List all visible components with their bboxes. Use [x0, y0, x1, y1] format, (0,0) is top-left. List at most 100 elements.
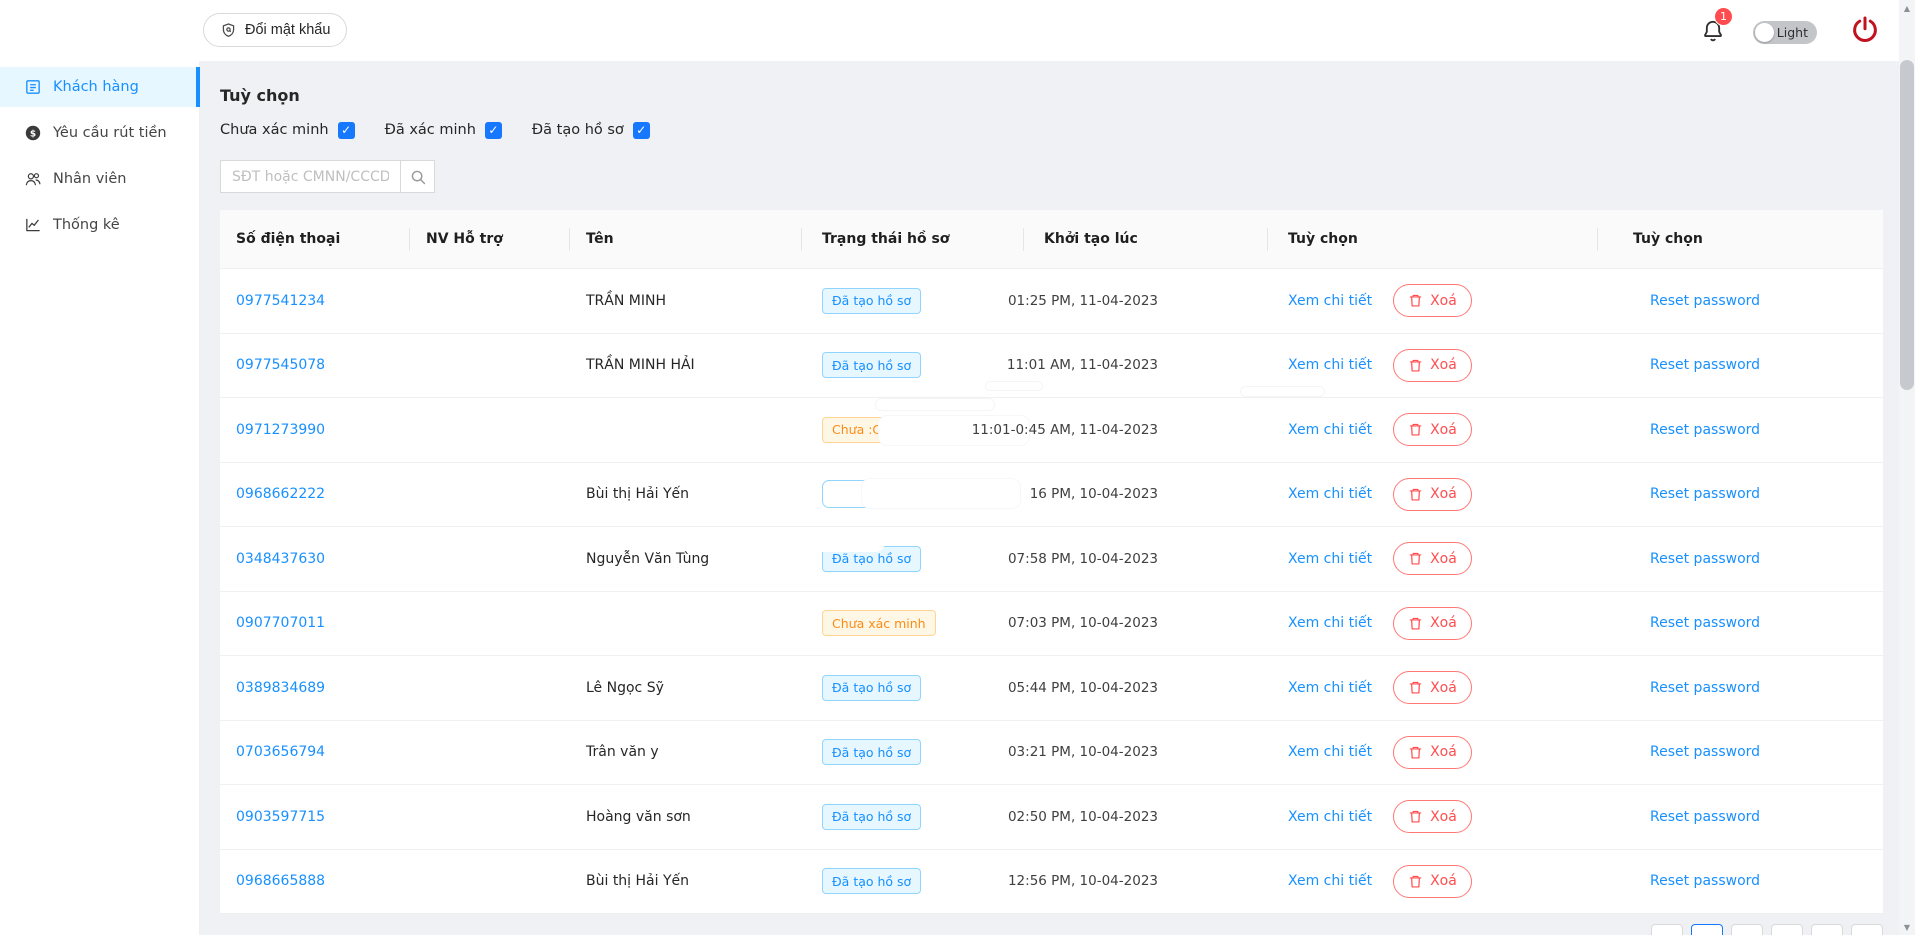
- reset-password-link[interactable]: Reset password: [1650, 551, 1760, 567]
- sidebar-item-nhan-vien[interactable]: Nhân viên: [0, 159, 199, 199]
- trash-icon: [1408, 422, 1423, 437]
- scroll-thumb[interactable]: [1900, 60, 1914, 390]
- view-details-link[interactable]: Xem chi tiết: [1288, 293, 1372, 309]
- page-box[interactable]: [1731, 924, 1763, 935]
- sidebar-item-label: Yêu cầu rút tiền: [53, 125, 167, 141]
- phone-link[interactable]: 0977545078: [236, 357, 325, 373]
- phone-link[interactable]: 0703656794: [236, 744, 325, 760]
- search-group: [220, 160, 1915, 193]
- reset-password-link[interactable]: Reset password: [1650, 357, 1760, 373]
- trash-icon: [1408, 487, 1423, 502]
- page-title: Tuỳ chọn: [220, 86, 300, 105]
- render-artifact: [985, 381, 1043, 391]
- trash-icon: [1408, 358, 1423, 373]
- reset-password-link[interactable]: Reset password: [1650, 486, 1760, 502]
- view-details-link[interactable]: Xem chi tiết: [1288, 486, 1372, 502]
- table-row: 0903597715 Hoàng văn sơn Đã tạo hồ sơ 02…: [220, 785, 1883, 850]
- page-box[interactable]: [1851, 924, 1883, 935]
- staff-cell: [410, 269, 570, 333]
- view-details-link[interactable]: Xem chi tiết: [1288, 873, 1372, 889]
- phone-link[interactable]: 0968665888: [236, 873, 325, 889]
- delete-button[interactable]: Xoá: [1393, 606, 1472, 640]
- search-input[interactable]: [220, 160, 401, 193]
- column-header-6: Tuỳ chọn: [1268, 210, 1598, 268]
- view-details-link[interactable]: Xem chi tiết: [1288, 551, 1372, 567]
- phone-link[interactable]: 0907707011: [236, 615, 325, 631]
- reset-password-link[interactable]: Reset password: [1650, 293, 1760, 309]
- reset-password-link[interactable]: Reset password: [1650, 809, 1760, 825]
- view-details-link[interactable]: Xem chi tiết: [1288, 422, 1372, 438]
- sidebar-item-yeu-cau-rut-tien[interactable]: $ Yêu cầu rút tiền: [0, 113, 199, 153]
- delete-button[interactable]: Xoá: [1393, 864, 1472, 898]
- checkbox-item[interactable]: Đã tạo hồ sơ ✓: [532, 121, 650, 139]
- delete-button[interactable]: Xoá: [1393, 542, 1472, 576]
- topbar: Đổi mật khẩu 1 Light: [0, 0, 1915, 61]
- checkbox[interactable]: ✓: [337, 121, 355, 139]
- trash-icon: [1408, 551, 1423, 566]
- page-box[interactable]: [1651, 924, 1683, 935]
- trash-icon: [1408, 809, 1423, 824]
- phone-link[interactable]: 0971273990: [236, 422, 325, 438]
- reset-password-link[interactable]: Reset password: [1650, 873, 1760, 889]
- render-artifact: [816, 536, 884, 552]
- svg-text:$: $: [30, 129, 36, 139]
- view-details-link[interactable]: Xem chi tiết: [1288, 809, 1372, 825]
- page-box[interactable]: [1811, 924, 1843, 935]
- phone-link[interactable]: 0903597715: [236, 809, 325, 825]
- notifications-button[interactable]: 1: [1697, 7, 1735, 50]
- status-badge: Đã tạo hồ sơ: [816, 536, 922, 572]
- phone-link[interactable]: 0968662222: [236, 486, 325, 502]
- sidebar-item-khach-hang[interactable]: Khách hàng: [0, 67, 200, 107]
- search-button[interactable]: [401, 160, 435, 193]
- sidebar-item-label: Nhân viên: [53, 171, 127, 187]
- notification-badge: 1: [1714, 7, 1733, 26]
- reset-password-link[interactable]: Reset password: [1650, 680, 1760, 696]
- status-badge: Đã tạo hồ sơ: [822, 674, 922, 701]
- theme-toggle[interactable]: Light: [1753, 21, 1817, 44]
- delete-label: Xoá: [1430, 679, 1457, 696]
- logout-button[interactable]: [1849, 12, 1881, 48]
- view-details-link[interactable]: Xem chi tiết: [1288, 680, 1372, 696]
- scrollbar[interactable]: ▲ ▼: [1899, 0, 1915, 935]
- phone-link[interactable]: 0389834689: [236, 680, 325, 696]
- checkbox[interactable]: ✓: [484, 121, 502, 139]
- delete-button[interactable]: Xoá: [1393, 735, 1472, 769]
- sidebar-item-thong-ke[interactable]: Thống kê: [0, 205, 199, 245]
- delete-button[interactable]: Xoá: [1393, 800, 1472, 834]
- created-at-cell: 01:25 PM, 11-04-2023: [1007, 292, 1158, 309]
- view-details-link[interactable]: Xem chi tiết: [1288, 615, 1372, 631]
- created-at-cell: 12:56 PM, 10-04-2023: [1007, 873, 1158, 890]
- name-cell: Bùi thị Hải Yến: [586, 486, 690, 503]
- delete-button[interactable]: Xoá: [1393, 284, 1472, 318]
- page-box[interactable]: [1771, 924, 1803, 935]
- created-at-cell: 11:01-0:45 AM, 11-04-2023: [971, 421, 1158, 438]
- view-details-link[interactable]: Xem chi tiết: [1288, 744, 1372, 760]
- delete-button[interactable]: Xoá: [1393, 348, 1472, 382]
- checkbox[interactable]: ✓: [632, 121, 650, 139]
- reset-password-link[interactable]: Reset password: [1650, 615, 1760, 631]
- phone-link[interactable]: 0348437630: [236, 551, 325, 567]
- delete-button[interactable]: Xoá: [1393, 477, 1472, 511]
- delete-button[interactable]: Xoá: [1393, 413, 1472, 447]
- delete-label: Xoá: [1430, 550, 1457, 567]
- checkbox-item[interactable]: Chưa xác minh ✓: [220, 121, 355, 139]
- trash-icon: [1408, 745, 1423, 760]
- status-cell: [802, 463, 1024, 527]
- column-header-4: Trạng thái hồ sơ: [802, 210, 1024, 268]
- status-badge: Đã tạo hồ sơ: [822, 803, 922, 830]
- page-box[interactable]: [1691, 924, 1723, 935]
- scroll-down-icon[interactable]: ▼: [1899, 919, 1915, 935]
- view-details-link[interactable]: Xem chi tiết: [1288, 357, 1372, 373]
- reset-password-link[interactable]: Reset password: [1650, 422, 1760, 438]
- staff-cell: [410, 785, 570, 849]
- table-body: 0977541234 TRẦN MINH Đã tạo hồ sơ 01:25 …: [220, 269, 1883, 914]
- table-row: 0977545078 TRẦN MINH HẢI Đã tạo hồ sơ 11…: [220, 333, 1883, 398]
- reset-password-link[interactable]: Reset password: [1650, 744, 1760, 760]
- delete-button[interactable]: Xoá: [1393, 671, 1472, 705]
- scroll-up-icon[interactable]: ▲: [1899, 0, 1915, 16]
- render-artifact: [875, 398, 995, 411]
- checkbox-item[interactable]: Đã xác minh ✓: [385, 121, 502, 139]
- staff-cell: [410, 592, 570, 656]
- change-password-button[interactable]: Đổi mật khẩu: [203, 13, 348, 47]
- phone-link[interactable]: 0977541234: [236, 293, 325, 309]
